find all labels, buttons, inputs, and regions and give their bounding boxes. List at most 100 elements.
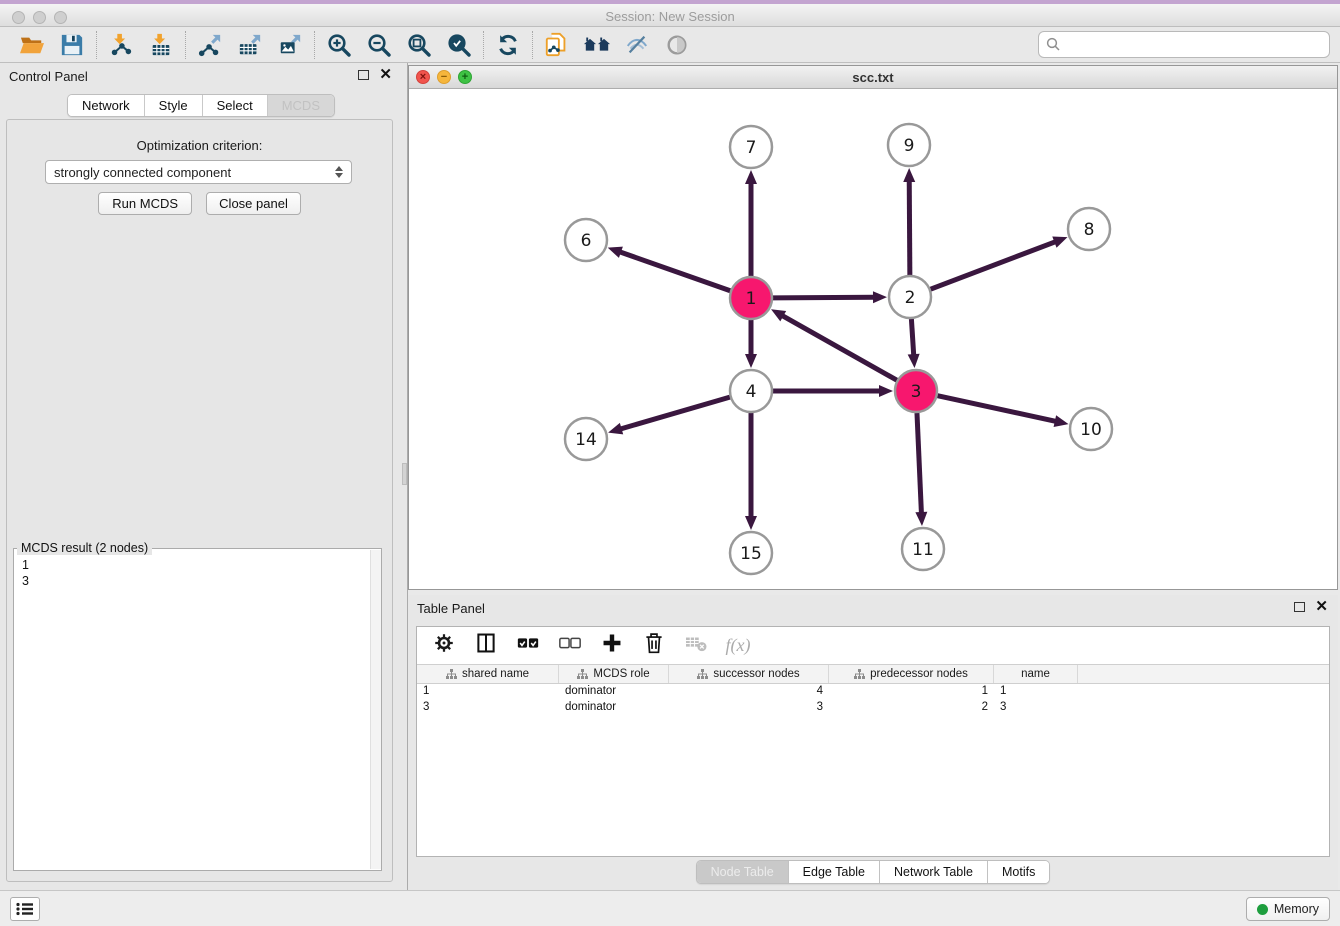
search-box[interactable] (1038, 31, 1330, 58)
graph-edge-3-1[interactable] (781, 315, 896, 380)
settings-button[interactable] (431, 633, 457, 659)
run-mcds-button[interactable]: Run MCDS (98, 192, 192, 215)
control-tab-network[interactable]: Network (68, 95, 145, 116)
table-cell[interactable]: 4 (669, 684, 829, 700)
zoom-fit-button[interactable] (405, 31, 433, 59)
graph-node-label: 7 (746, 138, 757, 158)
float-panel-icon[interactable] (358, 70, 369, 80)
window-title: Session: New Session (0, 9, 1340, 24)
table-cell[interactable]: 3 (669, 700, 829, 716)
mcds-tab-content: Optimization criterion: strongly connect… (6, 119, 393, 882)
table-row[interactable]: 1dominator411 (417, 684, 1329, 700)
clone-network-button[interactable] (543, 31, 571, 59)
zoom-out-button[interactable] (365, 31, 393, 59)
home-button[interactable] (583, 31, 611, 59)
add-icon (601, 632, 623, 659)
table-cell[interactable]: dominator (559, 700, 669, 716)
add-button[interactable] (599, 633, 625, 659)
table-cell[interactable]: 2 (829, 700, 994, 716)
import-table-button[interactable] (147, 31, 175, 59)
control-panel: Control Panel ✕ NetworkStyleSelectMCDS O… (0, 63, 402, 890)
import-network-button[interactable] (107, 31, 135, 59)
graph-edge-2-8[interactable] (931, 241, 1057, 289)
splitter-grip[interactable] (402, 463, 407, 485)
deselect-all-button[interactable] (557, 633, 583, 659)
control-tab-select[interactable]: Select (203, 95, 268, 116)
export-network-button[interactable] (196, 31, 224, 59)
network-window-titlebar[interactable]: × − + scc.txt (409, 66, 1337, 89)
mcds-result-line: 3 (22, 573, 361, 589)
table-cell[interactable]: dominator (559, 684, 669, 700)
zoom-in-button[interactable] (325, 31, 353, 59)
graph-edge-2-3[interactable] (911, 319, 913, 356)
close-panel-icon[interactable]: ✕ (379, 69, 392, 80)
column-header-successor-nodes[interactable]: successor nodes (669, 665, 829, 683)
graph-edge-arrowhead (1054, 415, 1069, 427)
show-button[interactable] (663, 31, 691, 59)
show-icon (665, 33, 689, 57)
zoom-fit-icon (406, 32, 432, 58)
table-tab-motifs[interactable]: Motifs (988, 861, 1049, 883)
graph-edge-arrowhead (745, 516, 757, 530)
criterion-select[interactable]: strongly connected component (45, 160, 352, 184)
table-cell[interactable]: 1 (829, 684, 994, 700)
graph-node-label: 9 (904, 136, 915, 156)
network-window-title: scc.txt (409, 70, 1337, 85)
search-input[interactable] (1066, 35, 1329, 55)
graph-edge-4-14[interactable] (620, 397, 730, 429)
table-cell[interactable]: 1 (417, 684, 559, 700)
column-header-name[interactable]: name (994, 665, 1078, 683)
control-tab-style[interactable]: Style (145, 95, 203, 116)
graph-node-label: 8 (1084, 220, 1095, 240)
table-header-row[interactable]: shared nameMCDS rolesuccessor nodesprede… (417, 664, 1329, 684)
table-cell[interactable]: 3 (417, 700, 559, 716)
task-history-button[interactable] (10, 897, 40, 921)
delete-button[interactable] (641, 633, 667, 659)
search-icon (1046, 37, 1061, 52)
zoom-selected-button[interactable] (445, 31, 473, 59)
save-session-button[interactable] (58, 31, 86, 59)
mcds-result-text[interactable]: 13 (14, 553, 369, 870)
memory-status-icon (1257, 904, 1268, 915)
hide-button[interactable] (623, 31, 651, 59)
graph-node-label: 10 (1080, 420, 1102, 440)
close-panel-button[interactable]: Close panel (206, 192, 301, 215)
table-cell[interactable]: 1 (994, 684, 1078, 700)
graph-edge-3-11[interactable] (917, 413, 921, 514)
memory-button[interactable]: Memory (1246, 897, 1330, 921)
column-header-predecessor-nodes[interactable]: predecessor nodes (829, 665, 994, 683)
refresh-button[interactable] (494, 31, 522, 59)
table-tab-node-table[interactable]: Node Table (697, 861, 789, 883)
table-tab-network-table[interactable]: Network Table (880, 861, 988, 883)
criterion-value: strongly connected component (54, 165, 335, 180)
table-row[interactable]: 3dominator323 (417, 700, 1329, 716)
zoom-selected-icon (446, 32, 472, 58)
graph-edge-3-10[interactable] (937, 396, 1056, 422)
export-image-button[interactable] (276, 31, 304, 59)
table-tab-edge-table[interactable]: Edge Table (789, 861, 880, 883)
network-view-window: × − + scc.txt 1234678910111415 (408, 65, 1338, 590)
table-cell[interactable]: 3 (994, 700, 1078, 716)
float-table-panel-icon[interactable] (1294, 602, 1305, 612)
node-table-container: f(x) shared nameMCDS rolesuccessor nodes… (416, 626, 1330, 857)
column-header-MCDS-role[interactable]: MCDS role (559, 665, 669, 683)
graph-node-label: 2 (905, 288, 916, 308)
export-table-button[interactable] (236, 31, 264, 59)
import-network-icon (109, 33, 133, 57)
column-type-icon (854, 669, 865, 680)
graph-edge-1-2[interactable] (773, 297, 875, 298)
hide-icon (625, 33, 649, 57)
show-columns-button[interactable] (473, 633, 499, 659)
open-session-button[interactable] (18, 31, 46, 59)
network-canvas[interactable]: 1234678910111415 (409, 89, 1337, 589)
graph-edge-2-9[interactable] (909, 180, 910, 275)
refresh-icon (496, 33, 520, 57)
column-header-shared-name[interactable]: shared name (417, 665, 559, 683)
select-all-button[interactable] (515, 633, 541, 659)
control-tab-mcds[interactable]: MCDS (268, 95, 334, 116)
close-table-panel-icon[interactable]: ✕ (1315, 601, 1328, 612)
result-scrollbar[interactable] (370, 550, 381, 869)
column-type-icon (446, 669, 457, 680)
mcds-result-line: 1 (22, 557, 361, 573)
graph-edge-1-6[interactable] (619, 252, 730, 291)
